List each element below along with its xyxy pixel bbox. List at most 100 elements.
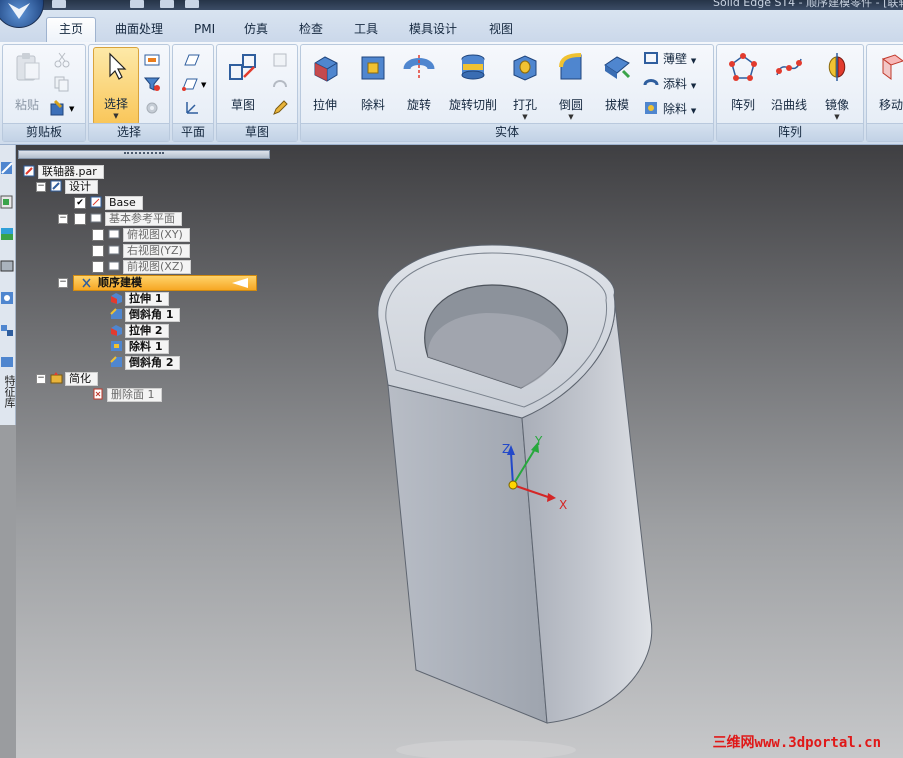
plane-yz-checkbox[interactable]	[92, 245, 104, 257]
tree-node-chamfer-1[interactable]: 倒斜角 1	[110, 308, 181, 322]
plane-dropdown-icon[interactable]: ▼	[201, 81, 206, 89]
quick-access-redo-icon[interactable]	[160, 0, 174, 8]
sequential-icon	[82, 278, 91, 288]
tree-node-cutout-1[interactable]: 除料 1	[110, 340, 170, 354]
pattern-along-curve-button[interactable]: 沿曲线	[767, 49, 811, 119]
rollback-arrow-icon[interactable]	[232, 278, 248, 288]
graphics-viewport[interactable]: X Y Z 联轴器.par − 设计 ✔ Base − 基本参考平面 俯视图(XY…	[16, 145, 903, 758]
tab-mold-design[interactable]: 模具设计	[397, 18, 469, 42]
tree-node-root[interactable]: 联轴器.par	[23, 165, 104, 179]
tab-simulation[interactable]: 仿真	[232, 18, 280, 42]
tree-node-chamfer-2[interactable]: 倒斜角 2	[110, 356, 181, 370]
quick-access-undo-icon[interactable]	[130, 0, 144, 8]
library-tab-icon[interactable]	[0, 353, 14, 371]
tree-node-plane-yz[interactable]: 右视图(YZ)	[92, 244, 190, 258]
revolve-button[interactable]: 旋转	[397, 49, 441, 119]
select-tool-button[interactable]: 选择 ▼	[93, 47, 139, 125]
plane-xz-checkbox[interactable]	[92, 261, 104, 273]
layers-icon[interactable]	[0, 193, 14, 211]
tab-home[interactable]: 主页	[46, 17, 97, 42]
select-arrow-icon	[109, 52, 127, 80]
cut-icon[interactable]	[53, 51, 71, 69]
ref-planes-checkbox[interactable]	[74, 213, 86, 225]
mirror-icon	[828, 53, 846, 81]
left-tool-strip: 特征库	[0, 145, 16, 425]
tree-node-sequential[interactable]: 顺序建模	[73, 275, 257, 291]
paste-special-icon[interactable]	[49, 99, 67, 117]
parts-library-icon[interactable]	[0, 257, 14, 275]
plane-xy-checkbox[interactable]	[92, 229, 104, 241]
move-button[interactable]: 移动	[869, 49, 903, 119]
thin-wall-icon	[644, 52, 658, 64]
design-icon	[50, 180, 62, 192]
pathfinder-icon[interactable]	[0, 159, 14, 177]
tab-inspect[interactable]: 检查	[287, 18, 335, 42]
group-pattern: 阵列 沿曲线 镜像 ▼ 阵列	[716, 44, 864, 142]
quick-access-save-icon[interactable]	[52, 0, 66, 8]
hole-dropdown-icon: ▼	[522, 113, 528, 121]
ribbon-tab-row: 主页 曲面处理 PMI 仿真 检查 工具 模具设计 视图	[0, 10, 903, 42]
tab-tools[interactable]: 工具	[342, 18, 390, 42]
tree-node-delete-face-1[interactable]: 删除面 1	[92, 388, 162, 402]
select-filter-icon[interactable]	[143, 75, 161, 93]
pattern-button[interactable]: 阵列	[721, 49, 765, 119]
pattern-along-curve-icon	[776, 58, 802, 76]
tab-pmi[interactable]: PMI	[182, 18, 227, 42]
remove-material-button[interactable]: 除料 ▼	[643, 99, 696, 119]
cutout-button[interactable]: 除料	[351, 49, 395, 119]
add-material-button[interactable]: 添料 ▼	[643, 74, 696, 94]
thin-wall-button[interactable]: 薄壁 ▼	[643, 49, 696, 69]
extrude-button[interactable]: 拉伸	[303, 49, 347, 119]
revolve-cut-button[interactable]: 旋转切削	[447, 49, 499, 119]
tree-node-design[interactable]: 设计	[50, 180, 98, 194]
select-gear-icon[interactable]	[143, 99, 161, 117]
expand-ref-planes-toggle[interactable]: −	[58, 214, 68, 224]
tree-node-plane-xz[interactable]: 前视图(XZ)	[92, 260, 191, 274]
draft-button[interactable]: 拔模	[595, 49, 639, 119]
mirror-button[interactable]: 镜像 ▼	[815, 49, 859, 121]
sketch-button[interactable]: 草图	[221, 49, 265, 119]
round-button[interactable]: 倒圆 ▼	[549, 49, 593, 121]
expand-design-toggle[interactable]: −	[36, 182, 46, 192]
color-manager-icon[interactable]	[0, 225, 14, 243]
tree-node-extrude-1[interactable]: 拉伸 1	[110, 292, 170, 306]
angled-plane-icon[interactable]	[181, 75, 199, 93]
group-label-modify	[867, 123, 903, 141]
coincident-plane-icon[interactable]	[183, 51, 201, 69]
copy-icon[interactable]	[53, 75, 71, 93]
select-dropdown-icon: ▼	[113, 112, 119, 120]
group-label-solid: 实体	[301, 123, 713, 141]
tree-node-extrude-2[interactable]: 拉伸 2	[110, 324, 170, 338]
base-checkbox[interactable]: ✔	[74, 197, 86, 209]
pathfinder-grip[interactable]	[124, 152, 164, 157]
chamfer-feature-icon	[110, 308, 122, 319]
round-dropdown-icon: ▼	[568, 113, 574, 121]
pattern-icon	[729, 53, 757, 81]
pencil-icon[interactable]	[271, 99, 289, 117]
family-of-parts-icon[interactable]	[0, 321, 14, 339]
quick-access-close-icon[interactable]	[185, 0, 199, 8]
hole-button[interactable]: 打孔 ▼	[503, 49, 547, 121]
simplify-icon	[50, 372, 63, 384]
coordinate-system-icon[interactable]	[183, 99, 201, 117]
part-file-icon	[23, 165, 35, 177]
tree-node-ref-planes[interactable]: 基本参考平面	[74, 212, 182, 226]
draft-icon	[604, 56, 631, 79]
include-icon[interactable]	[271, 75, 289, 93]
expand-sequential-toggle[interactable]: −	[58, 278, 68, 288]
expand-simplify-toggle[interactable]: −	[36, 374, 46, 384]
tree-node-base[interactable]: ✔ Base	[74, 196, 143, 210]
select-box-icon[interactable]	[143, 51, 161, 69]
tree-node-plane-xy[interactable]: 俯视图(XY)	[92, 228, 190, 242]
paste-special-dropdown-icon[interactable]: ▼	[69, 105, 74, 113]
project-icon[interactable]	[271, 51, 289, 69]
tab-surfacing[interactable]: 曲面处理	[103, 18, 175, 42]
pathfinder-header[interactable]	[18, 150, 270, 159]
round-icon	[559, 53, 582, 80]
tab-view[interactable]: 视图	[477, 18, 525, 42]
cutout-feature-icon	[111, 341, 122, 351]
feature-library-icon[interactable]	[0, 289, 14, 307]
paste-button[interactable]: 粘贴	[5, 49, 49, 119]
tree-node-simplify[interactable]: 简化	[50, 372, 98, 386]
triad-x-label: X	[559, 498, 567, 512]
